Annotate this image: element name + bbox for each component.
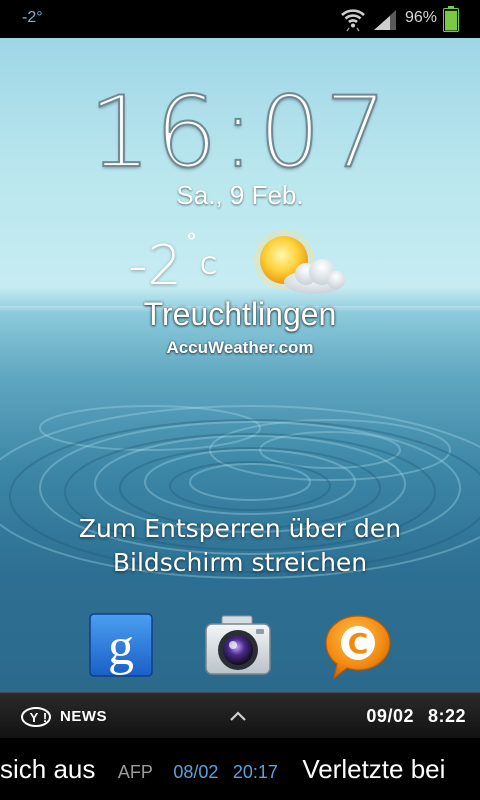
yahoo-logo: Y !	[21, 707, 51, 727]
chaton-icon[interactable]: C	[322, 610, 394, 682]
svg-text:C: C	[348, 627, 369, 660]
weather-unit: C	[200, 252, 217, 280]
status-temperature: -2°	[22, 9, 43, 26]
news-datetime: 09/02 8:22	[366, 706, 466, 727]
lockscreen-wallpaper: 16:07 Sa., 9 Feb. -2 ° C Treuchtlingen A…	[0, 38, 480, 692]
ticker-track: sich aus AFP 08/02 20:17 Verletzte bei	[0, 754, 445, 785]
camera-icon[interactable]	[202, 610, 274, 682]
news-time: 8:22	[427, 706, 466, 726]
status-bar: -2° 96%	[0, 0, 480, 38]
battery-percent: 96%	[405, 9, 438, 26]
ticker-time: 20:17	[232, 762, 278, 782]
weather-temperature[interactable]: -2	[128, 234, 182, 297]
weather-provider: AccuWeather.com	[166, 338, 314, 357]
lockscreen-clock: 16:07	[88, 76, 392, 190]
battery-icon	[443, 6, 459, 32]
weather-degree: °	[186, 230, 197, 255]
news-ticker[interactable]: sich aus AFP 08/02 20:17 Verletzte bei	[0, 738, 480, 800]
lockscreen-date: Sa., 9 Feb.	[176, 180, 304, 210]
signal-icon	[374, 10, 396, 30]
svg-text:Y: Y	[30, 710, 39, 725]
sun-cloud-icon[interactable]	[232, 226, 350, 306]
chevron-up-icon[interactable]	[228, 709, 248, 723]
google-icon[interactable]: g	[86, 610, 158, 682]
news-bar[interactable]: Y ! NEWS 09/02 8:22	[0, 692, 480, 739]
svg-text:g: g	[108, 619, 134, 676]
ticker-source: AFP	[117, 762, 153, 782]
news-label: NEWS	[60, 708, 107, 725]
svg-text:!: !	[43, 710, 47, 725]
news-date: 09/02	[366, 706, 414, 726]
unlock-hint: Zum Entsperren über den Bildschirm strei…	[78, 514, 402, 577]
ticker-date: 08/02	[173, 762, 219, 782]
ticker-next-headline[interactable]: Verletzte bei	[302, 754, 445, 784]
wifi-icon	[341, 9, 365, 32]
weather-city[interactable]: Treuchtlingen	[0, 296, 480, 333]
ticker-headline[interactable]: sich aus	[0, 754, 95, 784]
